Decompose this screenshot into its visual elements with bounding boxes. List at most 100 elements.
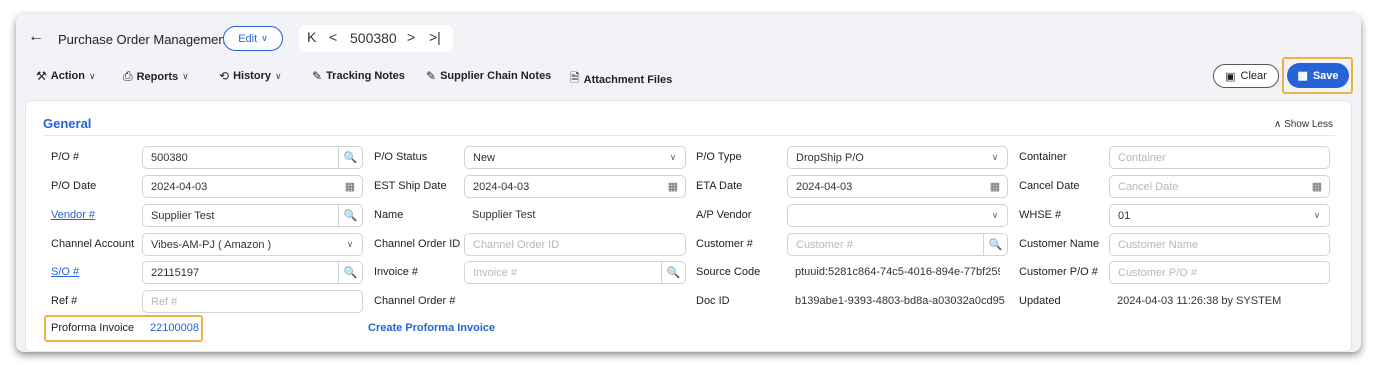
po-date-label: P/O Date: [51, 180, 97, 192]
whse-select[interactable]: 01 ∨: [1109, 204, 1330, 227]
po-type-label: P/O Type: [696, 151, 742, 163]
edit-mode-label: Edit: [238, 32, 258, 45]
pencil-icon: ✎: [426, 69, 437, 83]
history-icon: ⟲: [219, 69, 230, 83]
action-menu[interactable]: ⚒ Action ∨: [36, 69, 96, 83]
customer-field[interactable]: Customer # 🔍: [787, 233, 1008, 256]
customer-name-input[interactable]: Customer Name: [1109, 233, 1330, 256]
est-ship-date-value: 2024-04-03: [473, 180, 530, 193]
po-status-select[interactable]: New ∨: [464, 146, 686, 169]
pencil-icon: ✎: [312, 69, 323, 83]
reports-label: Reports: [136, 70, 179, 83]
chevron-down-icon: ∨: [346, 239, 354, 249]
history-menu[interactable]: ⟲ History ∨: [219, 69, 282, 83]
edit-mode-button[interactable]: Edit ∨: [223, 26, 283, 51]
page-title: Purchase Order Management: [58, 32, 230, 47]
updated-value: 2024-04-03 11:26:38 by SYSTEM: [1117, 295, 1282, 307]
record-number: 500380: [350, 30, 397, 46]
calendar-icon[interactable]: ▦: [661, 176, 685, 197]
po-number-field[interactable]: 500380 🔍: [142, 146, 363, 169]
so-field[interactable]: 22115197 🔍: [142, 261, 363, 284]
tracking-notes-label: Tracking Notes: [326, 70, 405, 82]
po-date-field[interactable]: 2024-04-03 ▦: [142, 175, 363, 198]
proforma-invoice-link[interactable]: 22100008: [150, 322, 199, 334]
eta-date-field[interactable]: 2024-04-03 ▦: [787, 175, 1008, 198]
channel-account-select[interactable]: Vibes-AM-PJ ( Amazon ) ∨: [142, 233, 363, 256]
source-code-value: ptuuid:5281c864-74c5-4016-894e-77bf259c: [795, 266, 1000, 278]
search-icon[interactable]: 🔍: [983, 234, 1007, 255]
document-icon: 🗎: [570, 71, 580, 85]
customer-name-placeholder: Customer Name: [1118, 238, 1199, 251]
customer-po-input[interactable]: Customer P/O #: [1109, 261, 1330, 284]
clear-icon: ▣: [1225, 70, 1236, 83]
po-type-value: DropShip P/O: [796, 151, 864, 164]
container-label: Container: [1019, 151, 1067, 163]
invoice-label: Invoice #: [374, 266, 419, 278]
po-number-label: P/O #: [51, 151, 80, 163]
ref-input[interactable]: Ref #: [142, 290, 363, 313]
next-record-icon[interactable]: >: [407, 29, 415, 45]
calendar-icon[interactable]: ▦: [338, 176, 362, 197]
whse-label: WHSE #: [1019, 209, 1062, 221]
supplier-chain-notes-button[interactable]: ✎ Supplier Chain Notes: [426, 69, 551, 83]
last-record-icon[interactable]: >|: [429, 29, 441, 45]
channel-account-label: Channel Account: [51, 238, 135, 250]
customer-label: Customer #: [696, 238, 753, 250]
customer-po-label: Customer P/O #: [1019, 266, 1098, 278]
ap-vendor-select[interactable]: ∨: [787, 204, 1008, 227]
calendar-icon[interactable]: ▦: [983, 176, 1007, 197]
clear-button[interactable]: ▣ Clear: [1213, 64, 1279, 88]
vendor-field[interactable]: Supplier Test 🔍: [142, 204, 363, 227]
divider: [43, 135, 1335, 136]
show-less-label: Show Less: [1284, 119, 1333, 130]
calendar-icon[interactable]: ▦: [1305, 176, 1329, 197]
toolbar: ⚒ Action ∨ ⎙ Reports ∨ ⟲ History ∨ ✎ Tra…: [16, 63, 1361, 91]
est-ship-date-field[interactable]: 2024-04-03 ▦: [464, 175, 686, 198]
action-label: Action: [50, 70, 85, 82]
vendor-value: Supplier Test: [151, 209, 215, 222]
name-value: Supplier Test: [472, 209, 536, 221]
vendor-link[interactable]: Vendor #: [51, 209, 95, 221]
po-type-select[interactable]: DropShip P/O ∨: [787, 146, 1008, 169]
so-link[interactable]: S/O #: [51, 266, 79, 278]
channel-order-id-input[interactable]: Channel Order ID: [464, 233, 686, 256]
est-ship-date-label: EST Ship Date: [374, 180, 447, 192]
record-navigator: K < 500380 > >|: [299, 25, 453, 52]
customer-name-label: Customer Name: [1019, 238, 1100, 250]
back-arrow-icon[interactable]: ←: [28, 28, 44, 46]
first-record-icon[interactable]: K: [307, 29, 316, 45]
save-label: Save: [1312, 69, 1339, 82]
chevron-up-icon: ∧: [1273, 119, 1282, 130]
doc-id-value: b139abe1-9393-4803-bd8a-a03032a0cd95: [795, 295, 1005, 307]
invoice-field[interactable]: Invoice # 🔍: [464, 261, 686, 284]
source-code-label: Source Code: [696, 266, 761, 278]
cancel-date-field[interactable]: Cancel Date ▦: [1109, 175, 1330, 198]
prev-record-icon[interactable]: <: [329, 29, 337, 45]
search-icon[interactable]: 🔍: [661, 262, 685, 283]
chevron-down-icon: ∨: [261, 33, 268, 43]
supplier-chain-notes-label: Supplier Chain Notes: [440, 70, 552, 82]
ref-label: Ref #: [51, 295, 78, 307]
reports-menu[interactable]: ⎙ Reports ∨: [123, 69, 189, 84]
customer-po-placeholder: Customer P/O #: [1118, 266, 1197, 279]
save-button[interactable]: ▩ Save: [1287, 63, 1349, 88]
show-less-toggle[interactable]: ∧ Show Less: [1274, 119, 1333, 130]
chevron-down-icon: ∨: [991, 152, 999, 162]
chevron-down-icon: ∨: [669, 152, 677, 162]
so-value: 22115197: [151, 266, 200, 279]
search-icon[interactable]: 🔍: [338, 262, 362, 283]
chevron-down-icon: ∨: [991, 210, 999, 220]
po-number-value: 500380: [151, 151, 188, 164]
invoice-placeholder: Invoice #: [473, 266, 518, 279]
chevron-down-icon: ∨: [89, 70, 96, 81]
history-label: History: [233, 70, 271, 82]
attachment-files-button[interactable]: 🗎 Attachment Files: [570, 69, 672, 90]
tracking-notes-button[interactable]: ✎ Tracking Notes: [312, 69, 405, 83]
search-icon[interactable]: 🔍: [338, 147, 362, 168]
container-placeholder: Container: [1118, 151, 1166, 164]
eta-date-value: 2024-04-03: [796, 180, 853, 193]
search-icon[interactable]: 🔍: [338, 205, 362, 226]
create-proforma-invoice-link[interactable]: Create Proforma Invoice: [368, 322, 495, 334]
container-input[interactable]: Container: [1109, 146, 1330, 169]
chevron-down-icon: ∨: [274, 70, 282, 81]
